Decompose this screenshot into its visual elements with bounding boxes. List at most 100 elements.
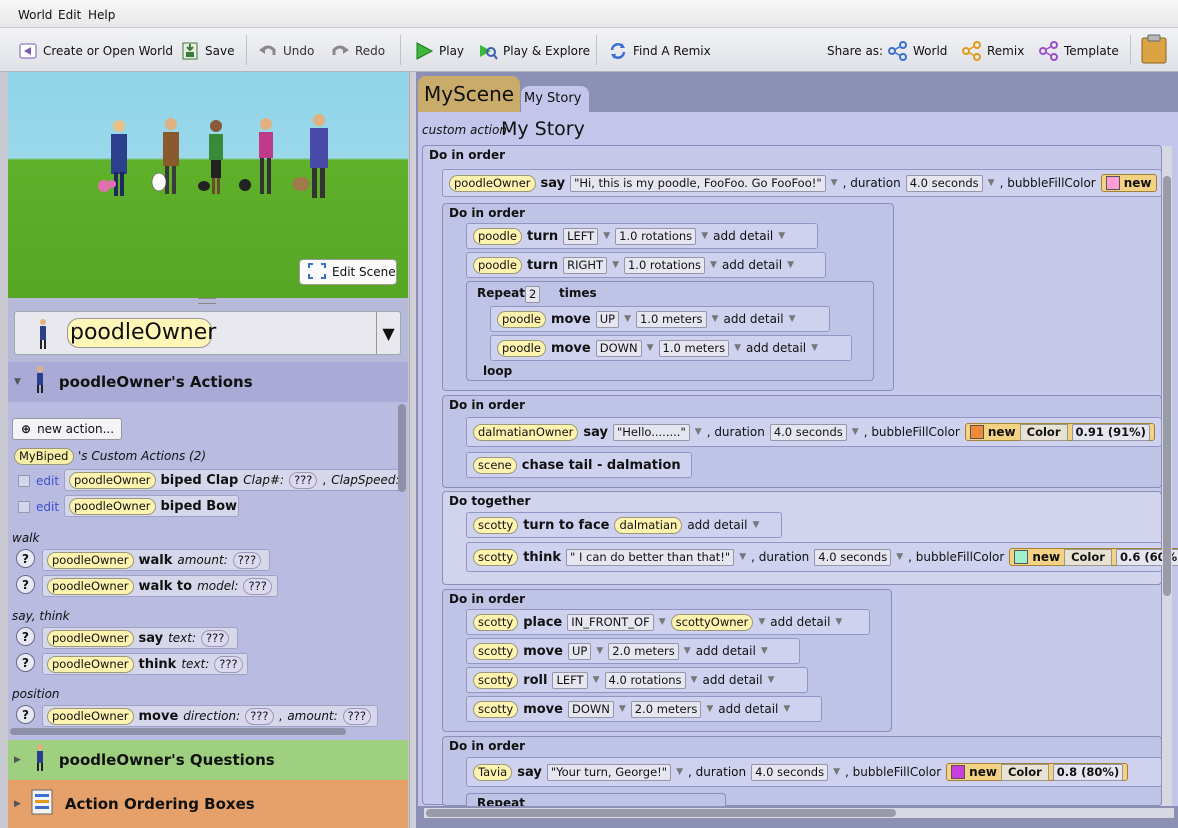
direction-value[interactable]: UP xyxy=(595,310,620,328)
subject-chip[interactable]: scotty xyxy=(473,548,519,566)
subject-chip[interactable]: scotty xyxy=(473,671,519,689)
redo-button[interactable]: Redo xyxy=(330,41,385,61)
direction-value[interactable]: DOWN xyxy=(567,700,614,718)
new-color-chip[interactable]: new xyxy=(1100,174,1157,192)
statement-roll[interactable]: scotty roll LEFT ▼ 4.0 rotations ▼ add det… xyxy=(466,667,808,693)
amount-value[interactable]: 4.0 rotations xyxy=(604,671,686,689)
panel-splitter[interactable] xyxy=(409,72,416,828)
dropdown-arrow-icon[interactable]: ▼ xyxy=(811,343,818,353)
menu-edit[interactable]: Edit xyxy=(58,8,81,22)
add-detail-button[interactable]: add detail xyxy=(696,644,756,658)
dropdown-arrow-icon[interactable]: ▼ xyxy=(659,617,666,627)
target-chip[interactable]: scottyOwner xyxy=(670,613,754,631)
dropdown-arrow-icon[interactable]: ▼ xyxy=(706,704,713,714)
repeat-count[interactable]: 2 xyxy=(525,286,541,303)
tab-myscene[interactable]: MyScene xyxy=(418,76,520,112)
dropdown-arrow-icon[interactable]: ▼ xyxy=(596,646,603,656)
menu-help[interactable]: Help xyxy=(88,8,115,22)
dropdown-arrow-icon[interactable]: ▼ xyxy=(624,314,631,324)
duration-value[interactable]: 4.0 seconds xyxy=(751,763,829,781)
editor-horizontal-scrollbar-thumb[interactable] xyxy=(426,809,896,817)
move-tile[interactable]: poodleOwner move direction: ??? , amount… xyxy=(42,705,378,727)
ordering-tab-header[interactable]: ▶ Action Ordering Boxes xyxy=(8,780,408,828)
statement-turn-to-face[interactable]: scotty turn to face dalmatian add detail… xyxy=(466,512,782,538)
statement-say[interactable]: Tavia say "Your turn, George!" ▼ , durati… xyxy=(466,757,1162,787)
dropdown-arrow-icon[interactable]: ▼ xyxy=(603,231,610,241)
statement-place[interactable]: scotty place IN_FRONT_OF ▼ scottyOwner ▼ a… xyxy=(466,609,870,635)
statement-move[interactable]: scotty move UP ▼ 2.0 meters ▼ add detail ▼ xyxy=(466,638,800,664)
statement-turn[interactable]: poodle turn RIGHT ▼ 1.0 rotations ▼ add de… xyxy=(466,252,826,278)
create-open-world-button[interactable]: Create or Open World xyxy=(18,41,173,61)
dropdown-arrow-icon[interactable]: ▼ xyxy=(787,260,794,270)
biped-bow-tile[interactable]: poodleOwner biped Bow xyxy=(64,495,239,517)
statement-move[interactable]: poodle move DOWN ▼ 1.0 meters ▼ add detail… xyxy=(490,335,852,361)
dropdown-arrow-icon[interactable]: ▼ xyxy=(789,314,796,324)
subject-chip[interactable]: scotty xyxy=(473,642,519,660)
target-chip[interactable]: dalmatian xyxy=(614,516,683,534)
new-action-button[interactable]: ⊕ new action... xyxy=(12,418,122,440)
subject-chip[interactable]: Tavia xyxy=(473,763,513,781)
text-value[interactable]: "Your turn, George!" xyxy=(546,763,672,781)
play-button[interactable]: Play xyxy=(414,41,464,61)
biped-clap-tile[interactable]: poodleOwner biped Clap Clap#: ??? , Clap… xyxy=(64,469,400,491)
share-remix-button[interactable]: Remix xyxy=(962,41,1024,61)
share-template-button[interactable]: Template xyxy=(1039,41,1119,61)
edit-scene-button[interactable]: Edit Scene xyxy=(299,259,397,285)
new-color-chip[interactable]: new Color 0.6 (60%) xyxy=(1009,548,1178,566)
dropdown-arrow-icon[interactable]: ▼ xyxy=(647,343,654,353)
dropdown-arrow-icon[interactable]: ▼ xyxy=(593,675,600,685)
save-button[interactable]: Save xyxy=(180,41,234,61)
dropdown-arrow-icon[interactable]: ▼ xyxy=(695,427,702,437)
subject-chip[interactable]: poodle xyxy=(497,310,546,328)
add-detail-button[interactable]: add detail xyxy=(746,341,806,355)
say-tile[interactable]: poodleOwner say text: ??? xyxy=(42,627,238,649)
help-icon[interactable]: ? xyxy=(16,705,35,724)
direction-value[interactable]: LEFT xyxy=(563,227,599,245)
dropdown-arrow-icon[interactable]: ▼ xyxy=(712,314,719,324)
dropdown-arrow-icon[interactable]: ▼ xyxy=(739,552,746,562)
amount-value[interactable]: 1.0 meters xyxy=(658,339,730,357)
amount-value[interactable]: 1.0 meters xyxy=(636,310,707,328)
edit-link[interactable]: edit xyxy=(36,500,59,514)
statement-think[interactable]: scotty think " I can do better than that… xyxy=(466,542,1178,572)
subject-chip[interactable]: poodle xyxy=(497,339,546,357)
statement-move[interactable]: poodle move UP ▼ 1.0 meters ▼ add detail ▼ xyxy=(490,306,830,332)
dropdown-arrow-icon[interactable]: ▼ xyxy=(376,312,400,354)
new-color-chip[interactable]: new Color 0.91 (91%) xyxy=(964,423,1155,441)
play-explore-button[interactable]: Play & Explore xyxy=(478,41,590,61)
spatial-relation-value[interactable]: IN_FRONT_OF xyxy=(567,613,654,631)
object-selector[interactable]: poodleOwner ▼ xyxy=(14,311,401,355)
add-detail-button[interactable]: add detail xyxy=(770,615,830,629)
subject-chip[interactable]: dalmatianOwner xyxy=(473,423,579,441)
undo-button[interactable]: Undo xyxy=(258,41,314,61)
statement-say[interactable]: dalmatianOwner say "Hello........" ▼ , du… xyxy=(466,417,1162,447)
color-component[interactable]: 0.91 (91%) xyxy=(1071,423,1150,441)
dropdown-arrow-icon[interactable]: ▼ xyxy=(831,178,838,188)
statement-move[interactable]: scotty move DOWN ▼ 2.0 meters ▼ add detail… xyxy=(466,696,822,722)
clipboard-icon[interactable] xyxy=(1140,33,1168,68)
questions-tab-header[interactable]: ▶ poodleOwner's Questions xyxy=(8,740,408,780)
dropdown-arrow-icon[interactable]: ▼ xyxy=(852,427,859,437)
subject-chip[interactable]: scene xyxy=(473,456,517,474)
direction-value[interactable]: LEFT xyxy=(552,671,588,689)
new-color-chip[interactable]: new Color 0.8 (80%) xyxy=(946,763,1129,781)
subject-chip[interactable]: poodle xyxy=(473,256,522,274)
dropdown-arrow-icon[interactable]: ▼ xyxy=(768,675,775,685)
splitter-handle[interactable] xyxy=(198,298,216,304)
actions-hscrollbar-thumb[interactable] xyxy=(10,728,346,735)
walk-tile[interactable]: poodleOwner walk amount: ??? xyxy=(42,549,270,571)
help-icon[interactable]: ? xyxy=(16,575,35,594)
editor-vertical-scrollbar-thumb[interactable] xyxy=(1163,176,1171,596)
text-value[interactable]: " I can do better than that!" xyxy=(566,548,735,566)
tab-mystory[interactable]: My Story xyxy=(521,86,589,112)
walk-to-tile[interactable]: poodleOwner walk to model: ??? xyxy=(42,575,278,597)
checkbox[interactable] xyxy=(18,475,30,487)
dropdown-arrow-icon[interactable]: ▼ xyxy=(619,704,626,714)
subject-chip[interactable]: poodleOwner xyxy=(449,174,536,192)
add-detail-button[interactable]: add detail xyxy=(687,518,747,532)
subject-chip[interactable]: poodle xyxy=(473,227,522,245)
add-detail-button[interactable]: add detail xyxy=(718,702,778,716)
dropdown-arrow-icon[interactable]: ▼ xyxy=(761,646,768,656)
dropdown-arrow-icon[interactable]: ▼ xyxy=(701,231,708,241)
duration-value[interactable]: 4.0 seconds xyxy=(905,174,983,192)
